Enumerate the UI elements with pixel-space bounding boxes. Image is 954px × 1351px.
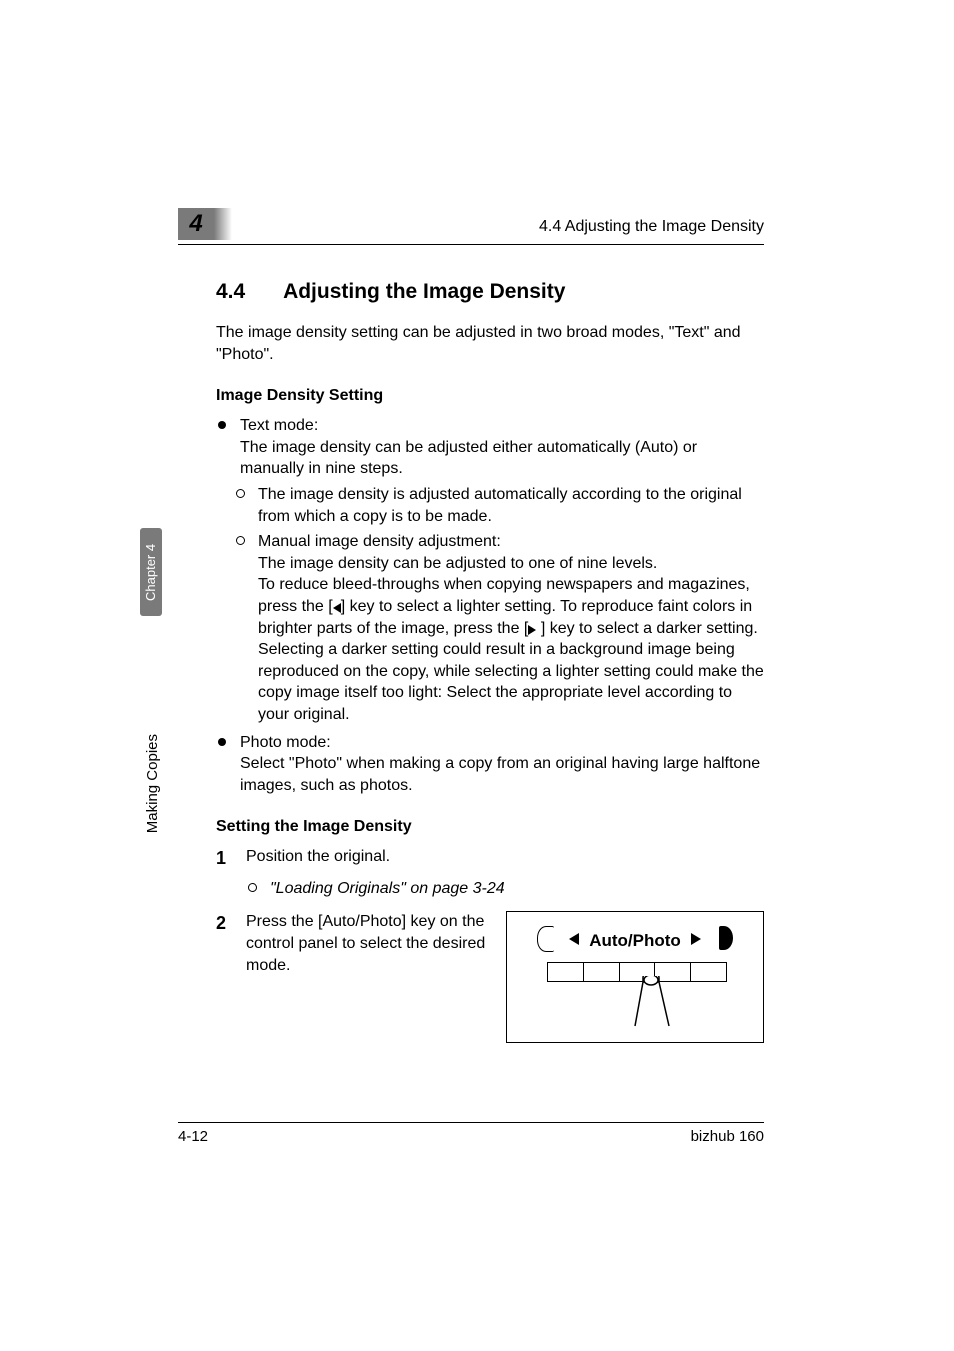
manual-line2c: ] key to select a darker setting. [541, 620, 758, 637]
step-1-text: Position the original. [246, 848, 390, 865]
left-arrow-icon [333, 603, 341, 613]
section-title-text: Adjusting the Image Density [283, 280, 565, 303]
photo-mode-bullet: Photo mode: Select "Photo" when making a… [216, 732, 764, 797]
setting-image-density-heading: Setting the Image Density [216, 818, 764, 836]
side-section-label: Making Copies [144, 734, 161, 833]
step-1: 1 Position the original. "Loading Origin… [216, 846, 764, 899]
header-rule [178, 244, 764, 245]
manual-adjust-item: Manual image density adjustment: The ima… [234, 531, 764, 725]
manual-adjust-label: Manual image density adjustment: [258, 533, 501, 550]
finger-press-icon [629, 976, 679, 1036]
manual-line1: The image density can be adjusted to one… [258, 555, 657, 572]
manual-line3: Selecting a darker setting could result … [258, 641, 764, 723]
chapter-number: 4 [189, 210, 202, 238]
auto-adjust-text: The image density is adjusted automatica… [258, 486, 742, 525]
page-number: 4-12 [178, 1128, 208, 1145]
step-2-text: Press the [Auto/Photo] key on the contro… [246, 911, 490, 1043]
photo-mode-label: Photo mode: [240, 734, 331, 751]
footer-rule [178, 1122, 764, 1123]
product-name: bizhub 160 [691, 1128, 764, 1145]
step-2: 2 Press the [Auto/Photo] key on the cont… [216, 911, 764, 1043]
right-arrow-icon [528, 625, 536, 635]
auto-photo-panel-illustration: Auto/Photo [506, 911, 764, 1043]
step-1-ref-item: "Loading Originals" on page 3-24 [246, 878, 764, 900]
section-heading: 4.4 Adjusting the Image Density [216, 280, 764, 304]
running-header: 4.4 Adjusting the Image Density [539, 218, 764, 236]
side-chapter-tab: Chapter 4 [140, 528, 162, 616]
panel-right-arrow-icon [691, 933, 701, 945]
step-2-number: 2 [216, 911, 226, 935]
section-intro: The image density setting can be adjuste… [216, 322, 764, 365]
auto-adjust-item: The image density is adjusted automatica… [234, 484, 764, 527]
step-1-ref: "Loading Originals" on page 3-24 [270, 880, 505, 897]
image-density-setting-heading: Image Density Setting [216, 387, 764, 405]
text-mode-bullet: Text mode: The image density can be adju… [216, 415, 764, 480]
text-mode-label: Text mode: [240, 417, 318, 434]
chapter-number-box: 4 [178, 208, 214, 240]
chapter-box-gradient [214, 208, 232, 240]
photo-mode-desc: Select "Photo" when making a copy from a… [240, 755, 760, 794]
step-1-number: 1 [216, 846, 226, 870]
section-number: 4.4 [216, 280, 278, 304]
text-mode-desc: The image density can be adjusted either… [240, 439, 697, 478]
